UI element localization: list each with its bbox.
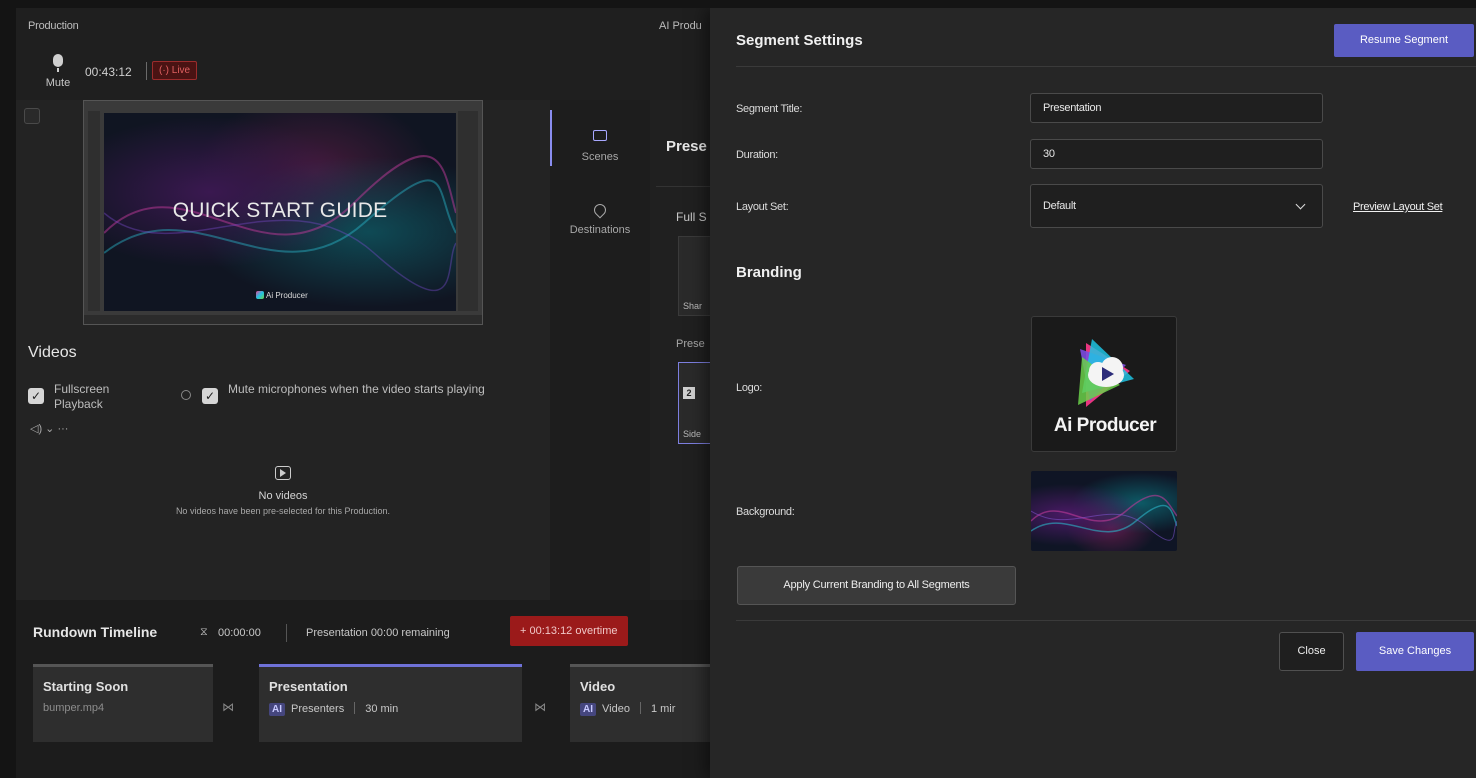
preview-layout-set-link[interactable]: Preview Layout Set [1353,201,1443,213]
hourglass-icon: ⧖ [200,626,208,638]
segment-settings-panel: Segment Settings Resume Segment Segment … [710,8,1476,778]
layout-set-label: Layout Set: [736,201,789,213]
segment-name: Presentation [269,679,348,694]
mute-button[interactable]: Mute [38,54,78,89]
slide-logo: Ai Producer [256,291,308,300]
presenters-section: Prese [676,338,705,350]
slide-logo-text: Ai Producer [266,291,308,300]
app-title-right: AI Produ [659,20,702,32]
duration-label: Duration: [736,149,778,161]
logo-picker[interactable]: Ai Producer [1031,316,1177,452]
preview-right-toolbar [458,111,478,311]
segment-duration: 1 mir [650,703,676,715]
timeline-elapsed: 00:00:00 [218,627,261,639]
segment-title-label: Segment Title: [736,103,803,115]
preview-taskbar [84,315,482,324]
segment-type: Video [602,703,630,715]
nav-item-scenes[interactable]: Scenes [550,130,650,163]
segment-name: Starting Soon [43,679,129,694]
slide-title: QUICK START GUIDE [172,199,388,222]
full-screen-section: Full S [676,210,707,224]
segment-meta: AI Presenters 30 min [269,702,512,716]
microphone-icon [53,54,63,72]
segment-type: Presenters [291,703,345,715]
chevron-down-icon [1295,199,1306,210]
stage-options-icon[interactable] [24,108,40,124]
logo-label: Logo: [736,382,763,394]
volume-control[interactable]: ◁) ⌄ ··· [30,422,68,435]
videos-heading: Videos [28,344,77,361]
mute-label: Mute [45,77,71,89]
timeline-remaining: Presentation 00:00 remaining [306,627,450,639]
duration-input[interactable]: 30 [1030,139,1323,169]
ai-producer-logo-icon [1078,339,1134,407]
scenes-panel: Prese Full S Shar Prese 2 Side [650,100,718,600]
rundown-timeline: Rundown Timeline ⧖ 00:00:00 Presentation… [16,600,716,778]
live-badge[interactable]: (·) Live [152,61,198,80]
meta-divider [639,702,641,714]
mute-mics-label: Mute microphones when the video starts p… [228,382,485,396]
segment-name: Video [580,679,616,694]
segment-title-input[interactable]: Presentation [1030,93,1323,123]
resume-segment-button[interactable]: Resume Segment [1334,24,1474,57]
nav-item-destinations[interactable]: Destinations [550,201,650,236]
mute-mics-checkbox[interactable]: ✓ [202,388,218,404]
segment-meta: AI Video 1 mir [580,702,700,716]
play-icon [275,466,291,480]
panel-divider [736,620,1476,621]
fullscreen-label: Fullscreen Playback [54,382,110,411]
producer-logo-icon [256,291,264,299]
nav-scenes-label: Scenes [581,151,619,163]
scenes-icon [593,130,607,141]
background-picker[interactable] [1031,471,1177,551]
meta-divider [354,702,356,714]
panel-title: Segment Settings [736,32,863,49]
transition-icon[interactable]: ⋈ [534,700,546,714]
nav-destinations-label: Destinations [569,224,631,236]
fullscreen-checkbox[interactable]: ✓ [28,388,44,404]
scenes-panel-title: Prese [666,138,707,155]
layout-set-value: Default [1043,200,1076,212]
segment-card[interactable]: Starting Soon bumper.mp4 [33,664,213,742]
transition-icon[interactable]: ⋈ [222,700,234,714]
ai-badge: AI [269,703,285,716]
segment-duration: 30 min [365,703,399,715]
ai-badge: AI [580,703,596,716]
preview-left-toolbar [88,111,100,311]
scene-caption: Shar [683,301,703,311]
layout-set-select[interactable]: Default [1030,184,1323,228]
app-title: Production [28,20,79,32]
segment-card[interactable]: Video AI Video 1 mir [570,664,710,742]
scene-number-badge: 2 [683,387,695,399]
timeline-divider [286,624,287,642]
preview-slide: QUICK START GUIDE Ai Producer [104,113,456,311]
background-label: Background: [736,506,795,518]
save-changes-button[interactable]: Save Changes [1356,632,1474,671]
logo-wordmark: Ai Producer [1053,415,1157,436]
scenes-divider [656,186,716,187]
branding-heading: Branding [736,264,802,281]
no-videos-state: No videos No videos have been pre-select… [16,466,550,516]
timeline-heading: Rundown Timeline [33,624,158,640]
side-nav: Scenes Destinations [550,100,650,600]
overtime-badge: + 00:13:12 overtime [510,616,628,646]
info-icon[interactable] [181,390,191,400]
app-window: Production AI Produ Mute 00:43:12 (·) Li… [16,8,1476,778]
live-preview: QUICK START GUIDE Ai Producer [83,100,483,325]
close-button[interactable]: Close [1279,632,1344,671]
no-videos-description: No videos have been pre-selected for thi… [175,506,391,516]
background-wave-art [1031,494,1177,541]
panel-divider [736,66,1476,67]
no-videos-title: No videos [258,490,308,502]
timer-divider [146,62,147,80]
location-pin-icon [591,201,609,219]
segment-card-active[interactable]: Presentation AI Presenters 30 min [259,664,522,742]
elapsed-timer: 00:43:12 [85,65,132,79]
segment-file: bumper.mp4 [43,702,105,714]
apply-branding-button[interactable]: Apply Current Branding to All Segments [737,566,1016,605]
scene-caption: Side [683,429,702,439]
